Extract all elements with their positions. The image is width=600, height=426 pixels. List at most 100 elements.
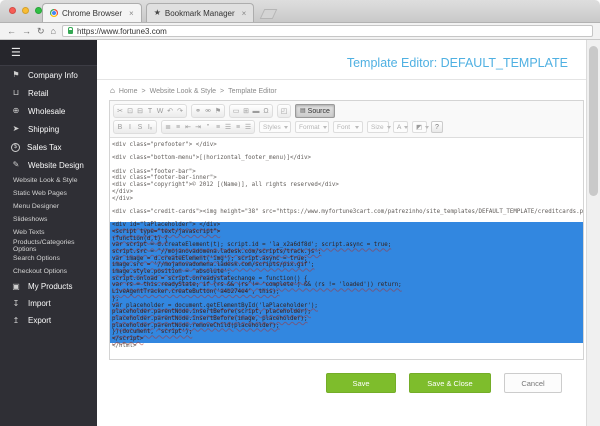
align-justify-icon[interactable]: ☰: [243, 121, 253, 133]
sidebar-item[interactable]: ✎ Website Design: [0, 156, 97, 174]
export-icon: ↥: [11, 317, 21, 325]
align-left-icon[interactable]: ≡: [213, 121, 223, 133]
sidebar-item[interactable]: ⊔ Retail: [0, 84, 97, 102]
code-line-selected: </script>: [112, 336, 581, 343]
sidebar-subitem[interactable]: Checkout Options: [0, 265, 97, 278]
code-line: <div class="bottom-menu">[(horizontal_fo…: [112, 155, 581, 162]
image-icon[interactable]: ▭: [231, 105, 241, 117]
bg-color-dropdown[interactable]: ◩: [412, 121, 427, 133]
code-line-selected: placeholder.parentNode.insertBefore(scri…: [112, 309, 581, 316]
code-line-selected: var image = d.createElement('img'); scri…: [112, 256, 581, 263]
sidebar-subitem[interactable]: Website Look & Style: [0, 174, 97, 187]
format-dropdown[interactable]: Format: [295, 121, 329, 133]
strikethrough-icon[interactable]: S: [135, 121, 145, 133]
code-line-selected: script.src = '//mojanovadomena.ladesk.co…: [112, 249, 581, 256]
sidebar-item[interactable]: ↧ Import: [0, 295, 97, 312]
sidebar-subitem[interactable]: Static Web Pages: [0, 187, 97, 200]
tab-chrome-browser[interactable]: Chrome Browser ×: [42, 3, 142, 22]
align-right-icon[interactable]: ≡: [233, 121, 243, 133]
text-color-dropdown[interactable]: A: [393, 121, 408, 133]
sidebar-item[interactable]: ▣ My Products: [0, 278, 97, 295]
forward-icon[interactable]: →: [22, 27, 31, 36]
source-label: Source: [308, 108, 330, 115]
italic-icon[interactable]: I: [125, 121, 135, 133]
back-icon[interactable]: ←: [7, 27, 16, 36]
styles-dropdown[interactable]: Styles: [259, 121, 291, 133]
code-line: </div>: [112, 196, 581, 203]
basic-styles-group: BISIₓ: [113, 120, 157, 134]
bulleted-list-icon[interactable]: ≡: [173, 121, 183, 133]
source-button[interactable]: ▤ Source: [295, 104, 335, 118]
close-window-button[interactable]: [9, 7, 16, 14]
save-close-button[interactable]: Save & Close: [409, 373, 491, 393]
home-icon[interactable]: ⌂: [51, 27, 56, 36]
window-controls: [9, 7, 42, 14]
remove-format-icon[interactable]: Iₓ: [145, 121, 155, 133]
special-char-icon[interactable]: Ω: [261, 105, 271, 117]
editor-toolbar: ✂⊡⊟TW↶↷ ⚭⚮⚑ ▭⊞▬Ω ◰ ▤ Source: [110, 101, 583, 137]
paste-from-word-icon[interactable]: W: [155, 105, 165, 117]
blockquote-icon[interactable]: ”: [203, 121, 213, 133]
tab-close-icon[interactable]: ×: [242, 9, 247, 18]
horizontal-rule-icon[interactable]: ▬: [251, 105, 261, 117]
sidebar-item-label: Import: [28, 299, 51, 308]
breadcrumb-website-look[interactable]: Website Look & Style: [150, 88, 216, 95]
maximize-icon[interactable]: ◰: [279, 105, 289, 117]
code-line-selected: })(document, 'script');: [112, 329, 581, 336]
chrome-icon: [50, 9, 58, 17]
tab-close-icon[interactable]: ×: [129, 9, 134, 18]
sidebar-subitem[interactable]: Web Texts: [0, 226, 97, 239]
zoom-window-button[interactable]: [35, 7, 42, 14]
sidebar-subitem[interactable]: Menu Designer: [0, 200, 97, 213]
paste-plain-text-icon[interactable]: T: [145, 105, 155, 117]
unlink-icon[interactable]: ⚮: [203, 105, 213, 117]
tab-title: Bookmark Manager: [165, 9, 235, 18]
link-icon[interactable]: ⚭: [193, 105, 203, 117]
sidebar-item-label: Shipping: [28, 125, 59, 134]
copy-icon[interactable]: ⊡: [125, 105, 135, 117]
size-dropdown[interactable]: Size: [367, 121, 389, 133]
sidebar-subitem[interactable]: Search Options: [0, 252, 97, 265]
undo-icon[interactable]: ↶: [165, 105, 175, 117]
code-line-selected: script.onload = script.onreadystatechang…: [112, 276, 581, 283]
sidebar-item-label: Sales Tax: [27, 143, 62, 152]
outdent-icon[interactable]: ⇤: [183, 121, 193, 133]
address-bar[interactable]: https://www.fortune3.com: [62, 25, 593, 37]
paste-icon[interactable]: ⊟: [135, 105, 145, 117]
sidebar-subitem[interactable]: Products/Categories Options: [0, 239, 97, 252]
code-line: </div>: [112, 189, 581, 196]
anchor-icon[interactable]: ⚑: [213, 105, 223, 117]
align-center-icon[interactable]: ☰: [223, 121, 233, 133]
save-button[interactable]: Save: [326, 373, 396, 393]
send-icon: ➤: [11, 125, 21, 133]
numbered-list-icon[interactable]: ≣: [163, 121, 173, 133]
chevron-down-icon: [284, 126, 288, 129]
new-tab-button[interactable]: [260, 9, 278, 19]
indent-icon[interactable]: ⇥: [193, 121, 203, 133]
sidebar-item[interactable]: ↥ Export: [0, 312, 97, 329]
sidebar-subitem[interactable]: Slideshows: [0, 213, 97, 226]
cancel-button[interactable]: Cancel: [504, 373, 562, 393]
tab-bookmark-manager[interactable]: ★ Bookmark Manager ×: [146, 3, 255, 22]
scrollbar[interactable]: [586, 40, 600, 426]
table-icon[interactable]: ⊞: [241, 105, 251, 117]
cut-icon[interactable]: ✂: [115, 105, 125, 117]
sidebar-item[interactable]: ➤ Shipping: [0, 120, 97, 138]
breadcrumb-home[interactable]: Home: [119, 88, 138, 95]
bold-icon[interactable]: B: [115, 121, 125, 133]
sidebar-item[interactable]: ⚑ Company Info: [0, 66, 97, 84]
chevron-down-icon: [387, 126, 391, 129]
source-code-area[interactable]: <div class="prefooter"> </div><div class…: [110, 137, 583, 359]
code-line-selected: var placeholder = document.getElementByI…: [112, 303, 581, 310]
sidebar-item[interactable]: $ Sales Tax: [0, 138, 97, 156]
reload-icon[interactable]: ↻: [37, 27, 45, 36]
sidebar-item[interactable]: ⊕ Wholesale: [0, 102, 97, 120]
code-line-selected: LiveAgentTracker.createButton('a4b274e4'…: [112, 289, 581, 296]
minimize-window-button[interactable]: [22, 7, 29, 14]
help-button[interactable]: ?: [431, 121, 443, 133]
code-block-bottom: </html>: [112, 343, 581, 350]
redo-icon[interactable]: ↷: [175, 105, 185, 117]
menu-toggle[interactable]: ☰: [0, 40, 97, 66]
scrollbar-thumb[interactable]: [589, 46, 598, 196]
font-dropdown[interactable]: Font: [333, 121, 363, 133]
